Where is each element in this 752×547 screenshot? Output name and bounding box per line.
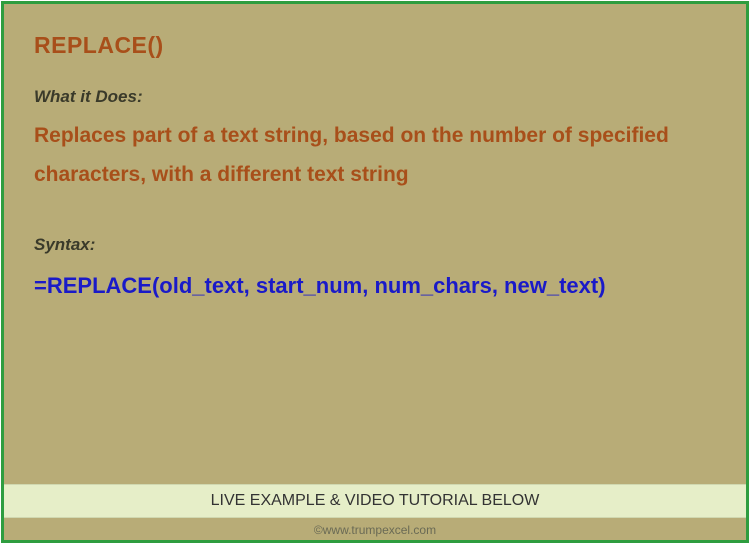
document-frame: REPLACE() What it Does: Replaces part of… xyxy=(1,1,749,543)
content-area: REPLACE() What it Does: Replaces part of… xyxy=(4,4,746,306)
function-description: Replaces part of a text string, based on… xyxy=(34,117,716,195)
footer-banner: LIVE EXAMPLE & VIDEO TUTORIAL BELOW xyxy=(4,484,746,518)
what-it-does-label: What it Does: xyxy=(34,87,716,107)
watermark-text: ©www.trumpexcel.com xyxy=(4,523,746,537)
syntax-label: Syntax: xyxy=(34,235,716,255)
syntax-expression: =REPLACE(old_text, start_num, num_chars,… xyxy=(34,265,716,307)
function-title: REPLACE() xyxy=(34,32,716,59)
